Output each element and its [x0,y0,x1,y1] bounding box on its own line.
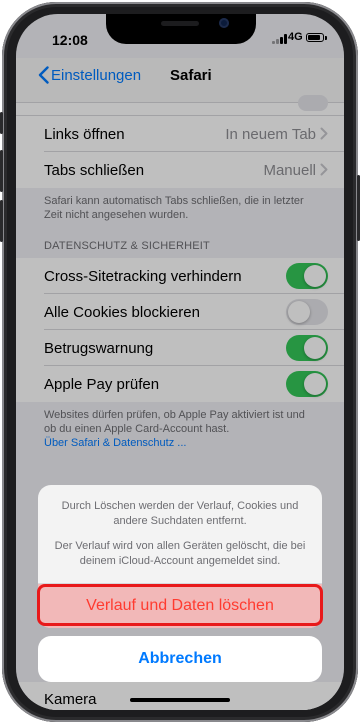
signal-icon [272,34,287,44]
network-type: 4G [288,31,303,43]
mute-switch [0,112,3,134]
highlight-box [37,584,323,626]
status-time: 12:08 [52,32,88,48]
battery-icon [306,33,327,42]
notch [106,14,256,44]
speaker-grille [161,21,199,26]
screen: 12:08 4G Einstellungen Safari Links öffn… [16,14,344,710]
front-camera-icon [219,18,229,28]
volume-down-button [0,200,3,242]
action-sheet-message-2: Der Verlauf wird von allen Geräten gelös… [54,540,306,567]
volume-up-button [0,150,3,192]
cancel-button[interactable]: Abbrechen [38,636,322,682]
action-sheet-message-1: Durch Löschen werden der Verlauf, Cookie… [61,500,299,527]
home-indicator [130,698,230,702]
